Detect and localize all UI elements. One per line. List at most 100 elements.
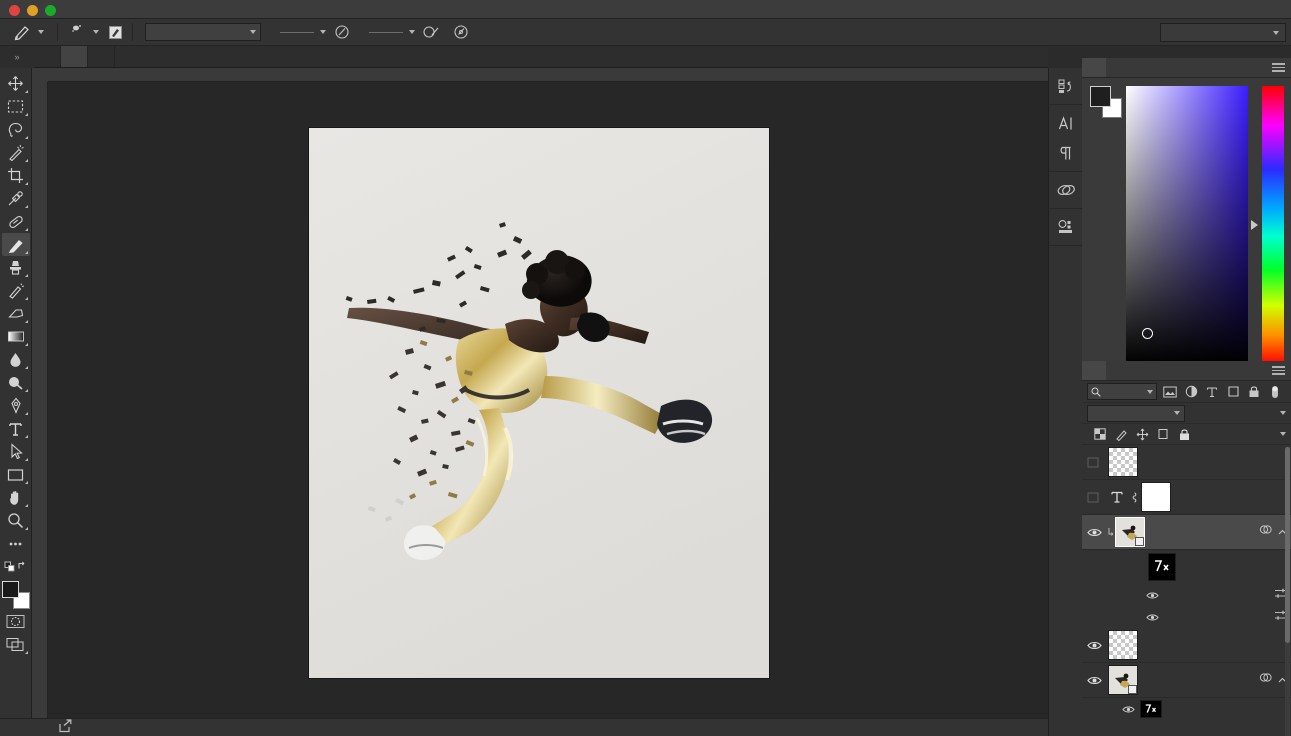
workspace-select[interactable] <box>1160 23 1286 42</box>
layer-row-layer1[interactable] <box>1082 663 1291 698</box>
flow-chevron-down-icon[interactable] <box>409 30 415 34</box>
hue-slider[interactable] <box>1262 86 1284 364</box>
quick-mask-button[interactable] <box>2 610 30 633</box>
color-panel-foreground-swatch[interactable] <box>1090 86 1111 107</box>
layer-thumbnail[interactable] <box>1115 517 1145 547</box>
layer-mask-thumbnail[interactable] <box>1141 482 1171 512</box>
lock-image-button[interactable] <box>1113 426 1129 442</box>
foreground-color-swatch[interactable] <box>1 581 19 598</box>
filter-type-layer-button[interactable] <box>1204 384 1220 400</box>
move-tool[interactable] <box>2 72 30 95</box>
pen-tool[interactable] <box>2 394 30 417</box>
layer-row-layer1-copy[interactable] <box>1082 515 1291 550</box>
flow-value[interactable] <box>369 31 403 33</box>
rectangle-tool[interactable] <box>2 463 30 486</box>
color-swatches[interactable] <box>1 580 31 610</box>
quick-selection-tool[interactable] <box>2 141 30 164</box>
layer-thumbnail[interactable] <box>1108 447 1138 477</box>
color-picker-handle[interactable] <box>1142 328 1153 339</box>
tab-channels[interactable] <box>1106 361 1130 380</box>
document-tab-1[interactable] <box>34 46 61 67</box>
opacity-chevron-down-icon[interactable] <box>320 30 326 34</box>
color-gradient-field[interactable] <box>1126 86 1248 364</box>
layer-visibility-toggle[interactable] <box>1082 663 1106 698</box>
color-panel-menu-button[interactable] <box>1272 63 1285 72</box>
filter-row-filter-gallery[interactable] <box>1082 584 1291 606</box>
smart-filter-icon[interactable] <box>1259 523 1272 541</box>
filter-type-select[interactable] <box>1087 383 1157 400</box>
crop-tool[interactable] <box>2 164 30 187</box>
layers-panel-menu-button[interactable] <box>1272 366 1285 375</box>
creative-cloud-libraries-button[interactable] <box>1052 177 1080 203</box>
opacity-chevron-down-icon[interactable] <box>1280 411 1286 415</box>
filter-toggle-button[interactable] <box>1267 384 1283 400</box>
document-artboard[interactable] <box>309 128 769 678</box>
share-icon[interactable] <box>58 719 72 736</box>
filter-visibility-toggle[interactable] <box>1144 613 1160 622</box>
filter-shape-button[interactable] <box>1225 384 1241 400</box>
smart-filter-mask-thumbnail[interactable] <box>1148 553 1176 581</box>
filter-row-ripple[interactable] <box>1082 606 1291 628</box>
layer-visibility-toggle[interactable] <box>1082 628 1106 663</box>
layer-visibility-toggle[interactable] <box>1082 515 1106 550</box>
document-tab-2[interactable] <box>61 46 88 67</box>
layers-list[interactable] <box>1082 445 1291 736</box>
canvas-area[interactable] <box>48 82 1048 718</box>
path-selection-tool[interactable] <box>2 440 30 463</box>
smart-filter-mask-row[interactable] <box>1082 550 1291 584</box>
lock-transparency-button[interactable] <box>1092 426 1108 442</box>
filter-smart-object-button[interactable] <box>1246 384 1262 400</box>
edit-toolbar-button[interactable] <box>2 532 30 555</box>
character-panel-button[interactable] <box>1052 110 1080 136</box>
history-brush-tool[interactable] <box>2 279 30 302</box>
brush-preset-caret-icon[interactable] <box>93 30 99 34</box>
color-panel-swatches[interactable] <box>1090 86 1122 118</box>
default-colors-button[interactable] <box>2 555 30 578</box>
lock-all-button[interactable] <box>1176 426 1192 442</box>
airbrush-button[interactable] <box>421 22 441 42</box>
layer-thumbnail[interactable] <box>1108 665 1138 695</box>
lasso-tool[interactable] <box>2 118 30 141</box>
type-tool[interactable] <box>2 417 30 440</box>
blur-tool[interactable] <box>2 348 30 371</box>
layer-thumbnail[interactable] <box>1108 630 1138 660</box>
brush-panel-toggle[interactable] <box>105 22 125 42</box>
zoom-tool[interactable] <box>2 509 30 532</box>
link-mask-icon[interactable] <box>1128 491 1140 504</box>
layer-row-layer3[interactable] <box>1082 445 1291 480</box>
brush-tool[interactable] <box>1 233 30 256</box>
eyedropper-tool[interactable] <box>2 187 30 210</box>
eraser-tool[interactable] <box>2 302 30 325</box>
opacity-value[interactable] <box>280 31 314 33</box>
screen-mode-button[interactable] <box>2 633 30 656</box>
smart-filter-icon[interactable] <box>1259 671 1272 689</box>
layer-row-layer2[interactable] <box>1082 628 1291 663</box>
hand-tool[interactable] <box>2 486 30 509</box>
layer-visibility-toggle[interactable] <box>1082 480 1106 515</box>
lock-artboard-button[interactable] <box>1155 426 1171 442</box>
filter-pixel-button[interactable] <box>1162 384 1178 400</box>
paragraph-panel-button[interactable] <box>1052 140 1080 166</box>
tab-swatches[interactable] <box>1106 58 1130 77</box>
dodge-tool[interactable] <box>2 371 30 394</box>
tab-color[interactable] <box>1082 58 1106 77</box>
filter-visibility-toggle[interactable] <box>1144 591 1160 600</box>
lock-position-button[interactable] <box>1134 426 1150 442</box>
filter-visibility-toggle[interactable] <box>1120 705 1136 714</box>
smart-filter-mask-thumbnail[interactable] <box>1140 700 1162 718</box>
tabbar-gutter[interactable]: » <box>0 46 34 68</box>
brush-size-preview[interactable] <box>65 21 87 43</box>
gradient-tool[interactable] <box>2 325 30 348</box>
pressure-size-button[interactable] <box>451 22 471 42</box>
pressure-opacity-button[interactable] <box>332 22 352 42</box>
layer-blend-mode-select[interactable] <box>1087 404 1185 422</box>
layer-row-break-it-down[interactable] <box>1082 480 1291 515</box>
smart-filter-row-layer1[interactable] <box>1082 698 1291 720</box>
tab-layers[interactable] <box>1082 361 1106 380</box>
adjustments-panel-button[interactable] <box>1052 214 1080 240</box>
clone-stamp-tool[interactable] <box>2 256 30 279</box>
filter-adjustment-button[interactable] <box>1183 384 1199 400</box>
document-tab-3[interactable] <box>88 46 115 67</box>
fill-chevron-down-icon[interactable] <box>1280 432 1286 436</box>
layers-scrollbar[interactable] <box>1285 447 1290 736</box>
